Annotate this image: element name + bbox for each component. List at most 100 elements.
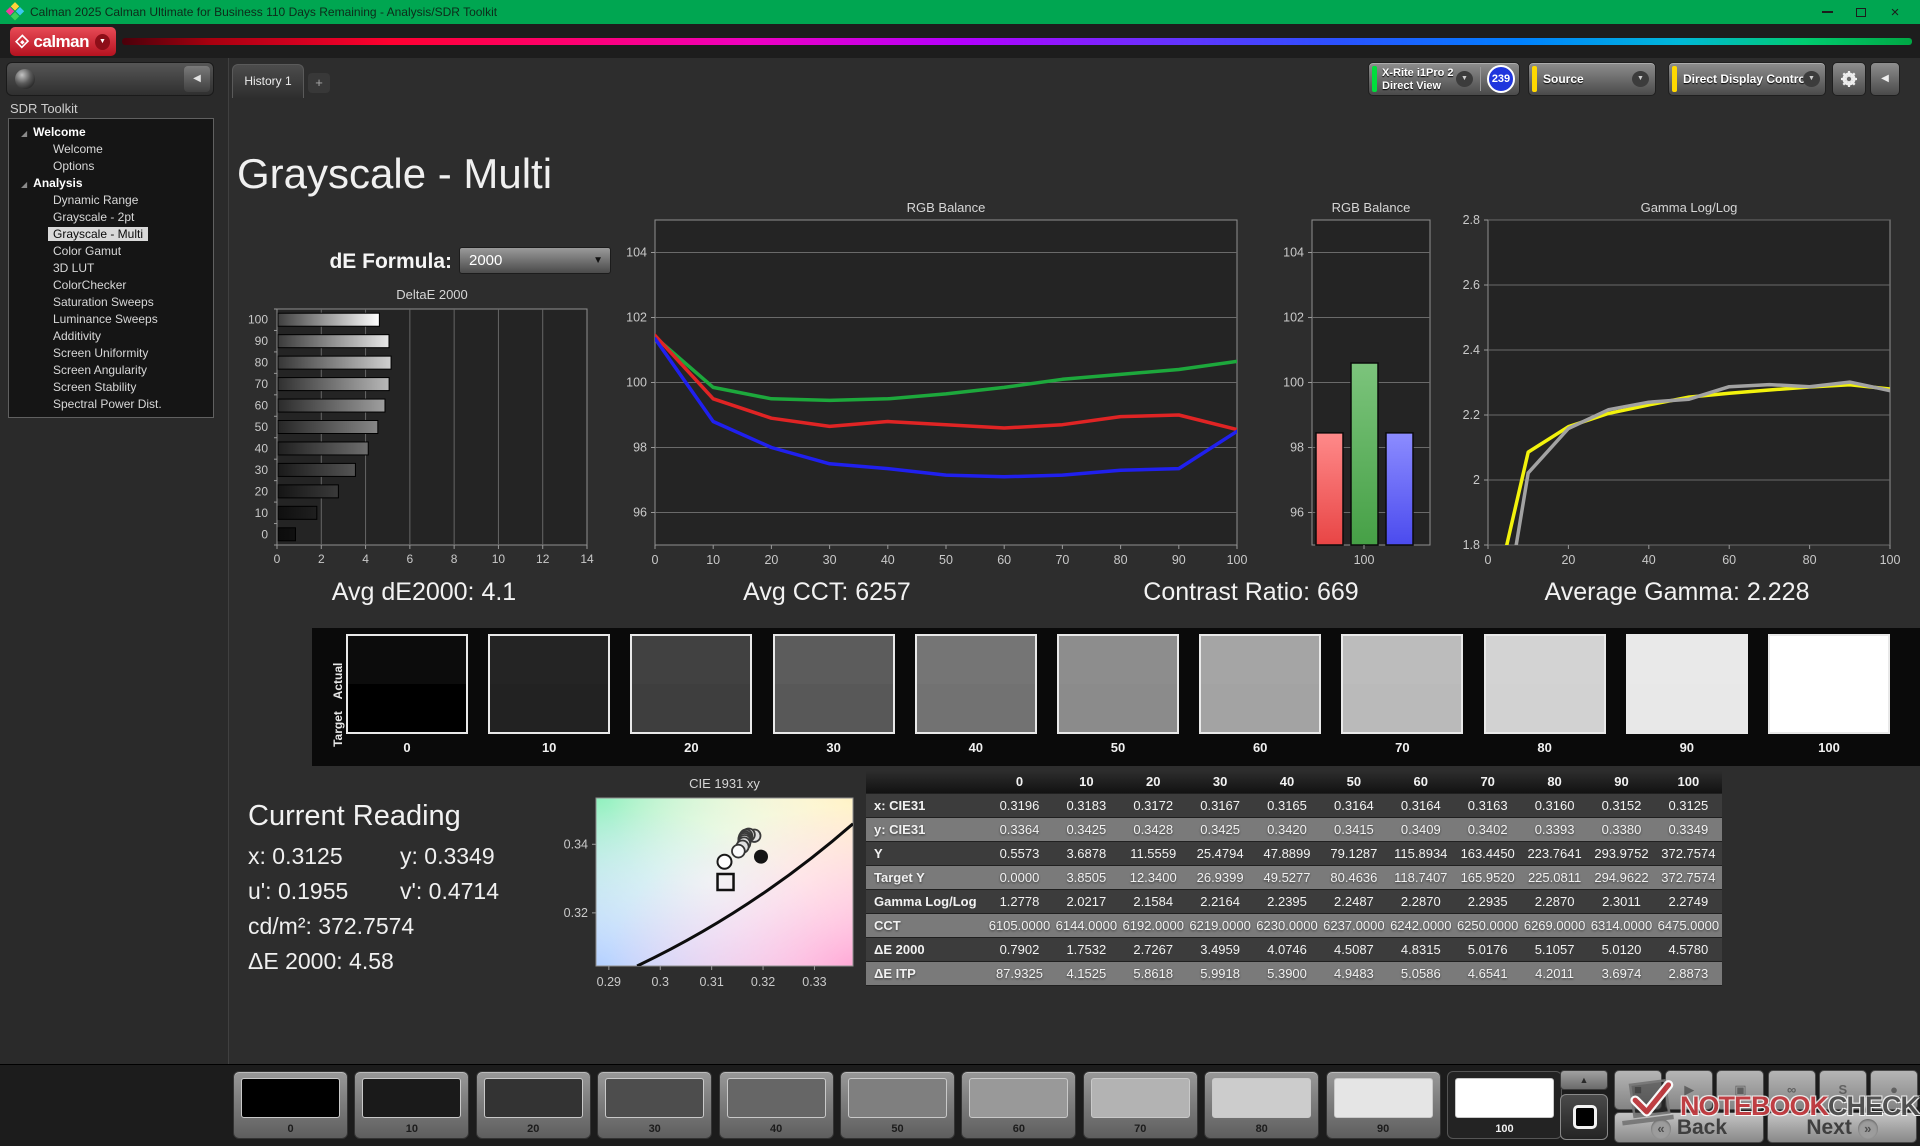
patch-button-50[interactable]: 50 (840, 1071, 955, 1139)
patch-button-40[interactable]: 40 (719, 1071, 834, 1139)
patch-button-90[interactable]: 90 (1326, 1071, 1441, 1139)
sidebar-collapse-button[interactable]: ◀ (184, 66, 210, 92)
app-icon (5, 2, 25, 22)
settings-button[interactable] (1832, 62, 1866, 96)
patch-button-0[interactable]: 0 (233, 1071, 348, 1139)
swatch-label: 80 (1484, 740, 1606, 755)
sidebar-item-options[interactable]: Options (9, 158, 213, 175)
grayscale-swatch-strip: Actual Target 0102030405060708090100 (312, 628, 1920, 766)
svg-text:104: 104 (626, 246, 647, 260)
swatch-actual (917, 636, 1035, 684)
transport-button-6[interactable]: ● (1870, 1070, 1918, 1110)
sidebar-item-color-gamut[interactable]: Color Gamut (9, 243, 213, 260)
swatch-label: 60 (1199, 740, 1321, 755)
expand-up-button[interactable]: ▲ (1560, 1070, 1608, 1090)
patch-button-20[interactable]: 20 (476, 1071, 591, 1139)
sidebar-item-additivity[interactable]: Additivity (9, 328, 213, 345)
table-cell: 0.0000 (986, 866, 1053, 890)
swatch-target (490, 684, 608, 732)
sidebar-item-welcome[interactable]: Welcome (9, 141, 213, 158)
stop-button[interactable] (1560, 1094, 1608, 1140)
sidebar-item-saturation-sweeps[interactable]: Saturation Sweeps (9, 294, 213, 311)
stop-icon (1573, 1105, 1597, 1129)
minimize-button[interactable] (1810, 1, 1844, 23)
table-cell: 12.3400 (1120, 866, 1187, 890)
table-column-header: 30 (1187, 770, 1254, 794)
table-column-header: 40 (1254, 770, 1321, 794)
table-cell: 6475.0000 (1655, 914, 1722, 938)
patch-swatch (1334, 1078, 1433, 1118)
swatch-actual (1201, 636, 1319, 684)
svg-text:60: 60 (997, 553, 1011, 567)
panel-collapse-button[interactable]: ◀ (1870, 62, 1900, 96)
next-button[interactable]: Next » (1767, 1112, 1917, 1143)
de-formula-dropdown[interactable]: 2000 ▼ (459, 247, 611, 274)
table-column-header: 80 (1521, 770, 1588, 794)
swatch-target (1343, 684, 1461, 732)
table-cell: 3.6878 (1053, 842, 1120, 866)
sidebar-item-screen-angularity[interactable]: Screen Angularity (9, 362, 213, 379)
patch-button-10[interactable]: 10 (354, 1071, 469, 1139)
close-button[interactable]: × (1878, 1, 1912, 23)
patch-button-80[interactable]: 80 (1204, 1071, 1319, 1139)
svg-text:CIE 1931 xy: CIE 1931 xy (689, 776, 760, 791)
sidebar-item-3d-lut[interactable]: 3D LUT (9, 260, 213, 277)
sidebar-item-screen-stability[interactable]: Screen Stability (9, 379, 213, 396)
maximize-button[interactable] (1844, 1, 1878, 23)
reading-v-prime: v': 0.4714 (400, 878, 499, 905)
calman-menu-button[interactable]: calman ▼ (10, 27, 116, 56)
patch-swatch (848, 1078, 947, 1118)
meter-dropdown[interactable]: X-Rite i1Pro 2 Direct View ▼ 239 (1368, 62, 1520, 96)
svg-text:70: 70 (1055, 553, 1069, 567)
transport-button-1[interactable]: ■ (1614, 1070, 1662, 1110)
sidebar-item-colorchecker[interactable]: ColorChecker (9, 277, 213, 294)
transport-button-4[interactable]: ∞ (1768, 1070, 1816, 1110)
table-cell: 6219.0000 (1187, 914, 1254, 938)
display-control-dropdown[interactable]: Direct Display Control ▼ (1668, 62, 1826, 96)
table-cell: 0.3165 (1254, 794, 1321, 818)
sidebar-group-welcome[interactable]: ◢Welcome (9, 124, 213, 141)
transport-button-5[interactable]: S (1819, 1070, 1867, 1110)
sidebar-group-analysis[interactable]: ◢Analysis (9, 175, 213, 192)
patch-button-100[interactable]: 100 (1447, 1071, 1562, 1139)
meter-count-badge: 239 (1487, 65, 1515, 93)
transport-button-2[interactable]: ▶ (1665, 1070, 1713, 1110)
window-title: Calman 2025 Calman Ultimate for Business… (30, 5, 497, 19)
de-formula-value: 2000 (469, 248, 502, 273)
table-cell: 5.1057 (1521, 938, 1588, 962)
svg-text:2.2: 2.2 (1463, 408, 1480, 422)
sidebar-item-screen-uniformity[interactable]: Screen Uniformity (9, 345, 213, 362)
tab-history-1[interactable]: History 1 (232, 64, 304, 98)
table-cell: 49.5277 (1254, 866, 1321, 890)
table-cell: 0.3164 (1320, 794, 1387, 818)
patch-button-60[interactable]: 60 (961, 1071, 1076, 1139)
table-cell: 6230.0000 (1254, 914, 1321, 938)
back-button[interactable]: « Back (1614, 1112, 1764, 1143)
source-dropdown[interactable]: Source ▼ (1528, 62, 1656, 96)
table-cell: 6192.0000 (1120, 914, 1187, 938)
table-row-label: ΔE ITP (866, 962, 986, 986)
svg-text:40: 40 (881, 553, 895, 567)
svg-text:2: 2 (318, 552, 325, 566)
add-tab-button[interactable]: + (308, 73, 330, 93)
sidebar-item-grayscale-multi[interactable]: Grayscale - Multi (9, 226, 213, 243)
table-cell: 3.8505 (1053, 866, 1120, 890)
table-cell: 4.1525 (1053, 962, 1120, 986)
svg-text:40: 40 (255, 441, 269, 455)
svg-text:0.32: 0.32 (751, 975, 775, 989)
sidebar-item-luminance-sweeps[interactable]: Luminance Sweeps (9, 311, 213, 328)
swatch-target (1059, 684, 1177, 732)
patch-button-70[interactable]: 70 (1083, 1071, 1198, 1139)
patch-button-30[interactable]: 30 (597, 1071, 712, 1139)
transport-button-3[interactable]: ▣ (1716, 1070, 1764, 1110)
swatch-target (917, 684, 1035, 732)
sidebar-item-spectral-power-dist[interactable]: Spectral Power Dist. (9, 396, 213, 413)
swatch-actual (1770, 636, 1888, 684)
swatch-target (1770, 684, 1888, 732)
swatch-target (632, 684, 750, 732)
sidebar-item-dynamic-range[interactable]: Dynamic Range (9, 192, 213, 209)
table-cell: 293.9752 (1588, 842, 1655, 866)
sidebar-item-grayscale-2pt[interactable]: Grayscale - 2pt (9, 209, 213, 226)
patch-label: 50 (841, 1123, 954, 1135)
table-cell: 4.2011 (1521, 962, 1588, 986)
